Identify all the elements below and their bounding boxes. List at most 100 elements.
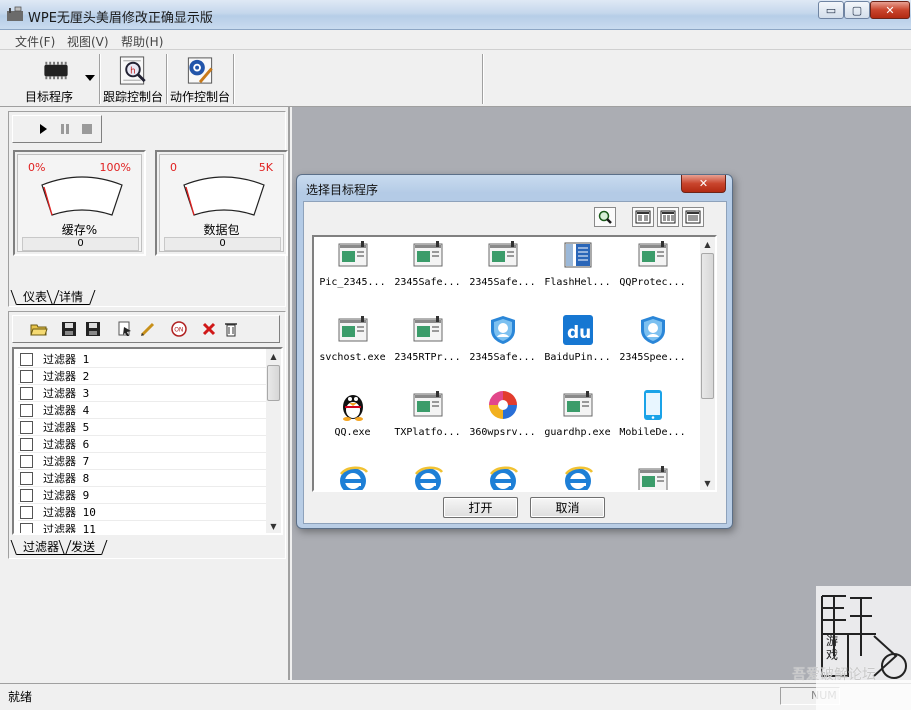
open-folder-button[interactable] <box>29 319 49 339</box>
program-item[interactable]: FlashHel... <box>540 239 615 299</box>
save-button[interactable] <box>59 319 79 339</box>
program-item[interactable]: TXPlatfo... <box>390 389 465 449</box>
filter-row[interactable]: 过滤器 3 <box>18 385 266 402</box>
program-item[interactable]: 2345Safe... <box>465 314 540 374</box>
menu-view[interactable]: 视图(V) <box>67 33 109 50</box>
program-item[interactable]: du BaiduPin... <box>540 314 615 374</box>
window-app-icon <box>338 241 367 267</box>
filter-checkbox[interactable] <box>20 488 33 502</box>
program-item[interactable]: Pic_2345... <box>315 239 390 299</box>
maximize-button[interactable]: ▢ <box>844 1 870 19</box>
program-grid[interactable]: Pic_2345... 2345Safe... 2345Safe... FlashHe… <box>312 235 717 492</box>
program-item[interactable]: 2345Safe... <box>390 239 465 299</box>
refresh-search-button[interactable] <box>594 207 616 227</box>
filter-checkbox[interactable] <box>20 522 33 533</box>
program-item[interactable] <box>315 464 390 490</box>
view-details-button[interactable] <box>682 207 704 227</box>
playback-toolbar <box>12 115 102 143</box>
scroll-thumb[interactable] <box>267 365 280 401</box>
view-large-icons-button[interactable] <box>632 207 654 227</box>
delete-button[interactable] <box>199 319 219 339</box>
minimize-button[interactable]: ▭ <box>818 1 844 19</box>
filter-checkbox[interactable] <box>20 369 33 383</box>
filter-checkbox[interactable] <box>20 471 33 485</box>
tab-filter[interactable]: 过滤器 <box>17 540 66 555</box>
program-item[interactable]: QQ.exe <box>315 389 390 449</box>
filter-checkbox[interactable] <box>20 420 33 434</box>
close-button[interactable]: ✕ <box>870 1 910 19</box>
action-console-icon <box>187 57 213 84</box>
program-name: 2345Safe... <box>469 352 536 363</box>
filter-checkbox[interactable] <box>20 352 33 366</box>
dialog-close-button[interactable]: ✕ <box>681 175 726 193</box>
title-bar[interactable]: WPE无厘头美眉修改正确显示版 ▭ ▢ ✕ <box>0 0 911 30</box>
filter-panel: ON 过滤器 1 过滤器 2 过滤器 3 过滤器 4 过滤器 5 过滤器 6 过滤器 7 过滤… <box>8 311 286 559</box>
play-button[interactable] <box>33 119 53 139</box>
qq-penguin-icon <box>342 395 363 421</box>
filter-checkbox[interactable] <box>20 403 33 417</box>
apply-button[interactable] <box>115 319 135 339</box>
pause-button[interactable] <box>55 119 75 139</box>
tab-detail[interactable]: 详情 <box>53 290 90 305</box>
stop-button[interactable] <box>77 119 97 139</box>
ie-icon <box>414 466 443 490</box>
program-item[interactable] <box>615 464 690 490</box>
program-item[interactable]: QQProtec... <box>615 239 690 299</box>
gauge-max: 100% <box>99 161 131 174</box>
save-as-button[interactable] <box>83 319 103 339</box>
program-item[interactable] <box>540 464 615 490</box>
chevron-down-icon[interactable] <box>85 75 95 81</box>
program-item[interactable] <box>465 464 540 490</box>
program-item[interactable]: 2345RTPr... <box>390 314 465 374</box>
edit-button[interactable] <box>137 319 157 339</box>
filter-row[interactable]: 过滤器 9 <box>18 487 266 504</box>
filter-row[interactable]: 过滤器 10 <box>18 504 266 521</box>
tab-send[interactable]: 发送 <box>65 540 102 555</box>
gauge-value: 0 <box>22 237 139 251</box>
menu-file[interactable]: 文件(F) <box>15 33 55 50</box>
trash-icon <box>225 323 237 337</box>
filter-checkbox[interactable] <box>20 454 33 468</box>
scroll-up-icon[interactable]: ▲ <box>700 237 715 251</box>
toolbar: 目标程序 h 跟踪控制台 动作控制台 <box>0 50 911 107</box>
open-button[interactable]: 打开 <box>443 497 518 518</box>
maximize-icon: ▢ <box>851 3 863 17</box>
scroll-down-icon[interactable]: ▼ <box>266 519 281 533</box>
filter-row[interactable]: 过滤器 4 <box>18 402 266 419</box>
cancel-button[interactable]: 取消 <box>530 497 605 518</box>
program-item[interactable]: 2345Safe... <box>465 239 540 299</box>
scroll-up-icon[interactable]: ▲ <box>266 349 281 363</box>
filter-row[interactable]: 过滤器 6 <box>18 436 266 453</box>
action-console-button[interactable]: 动作控制台 <box>168 52 232 105</box>
program-item[interactable]: svchost.exe <box>315 314 390 374</box>
trash-button[interactable] <box>221 319 241 339</box>
program-name: MobileDe... <box>619 427 686 438</box>
filter-row[interactable]: 过滤器 11 <box>18 521 266 533</box>
program-item[interactable]: MobileDe... <box>615 389 690 449</box>
program-item[interactable]: guardhp.exe <box>540 389 615 449</box>
scroll-down-icon[interactable]: ▼ <box>700 476 715 490</box>
filter-row[interactable]: 过滤器 7 <box>18 453 266 470</box>
watermark-char: 游 <box>826 634 839 648</box>
select-target-dialog[interactable]: 选择目标程序 ✕ Pic_2345... 2345Safe... 2345Safe.… <box>296 174 733 529</box>
filter-list[interactable]: 过滤器 1 过滤器 2 过滤器 3 过滤器 4 过滤器 5 过滤器 6 过滤器 7 过滤器 8… <box>12 347 283 535</box>
filter-checkbox[interactable] <box>20 437 33 451</box>
filter-scrollbar[interactable]: ▲ ▼ <box>266 349 281 533</box>
filter-row[interactable]: 过滤器 1 <box>18 351 266 368</box>
view-list-button[interactable] <box>657 207 679 227</box>
buffer-gauge: 0% 100% 缓存% 0 <box>13 150 146 256</box>
filter-checkbox[interactable] <box>20 386 33 400</box>
program-scrollbar[interactable]: ▲ ▼ <box>700 237 715 490</box>
program-item[interactable] <box>390 464 465 490</box>
program-item[interactable]: 2345Spee... <box>615 314 690 374</box>
filter-row[interactable]: 过滤器 5 <box>18 419 266 436</box>
scroll-thumb[interactable] <box>701 253 714 399</box>
filter-row[interactable]: 过滤器 2 <box>18 368 266 385</box>
gauge-dial <box>41 176 123 216</box>
filter-checkbox[interactable] <box>20 505 33 519</box>
trace-console-button[interactable]: h 跟踪控制台 <box>101 52 165 105</box>
on-toggle-button[interactable]: ON <box>169 319 189 339</box>
program-item[interactable]: 360wpsrv... <box>465 389 540 449</box>
filter-row[interactable]: 过滤器 8 <box>18 470 266 487</box>
menu-help[interactable]: 帮助(H) <box>121 33 163 50</box>
